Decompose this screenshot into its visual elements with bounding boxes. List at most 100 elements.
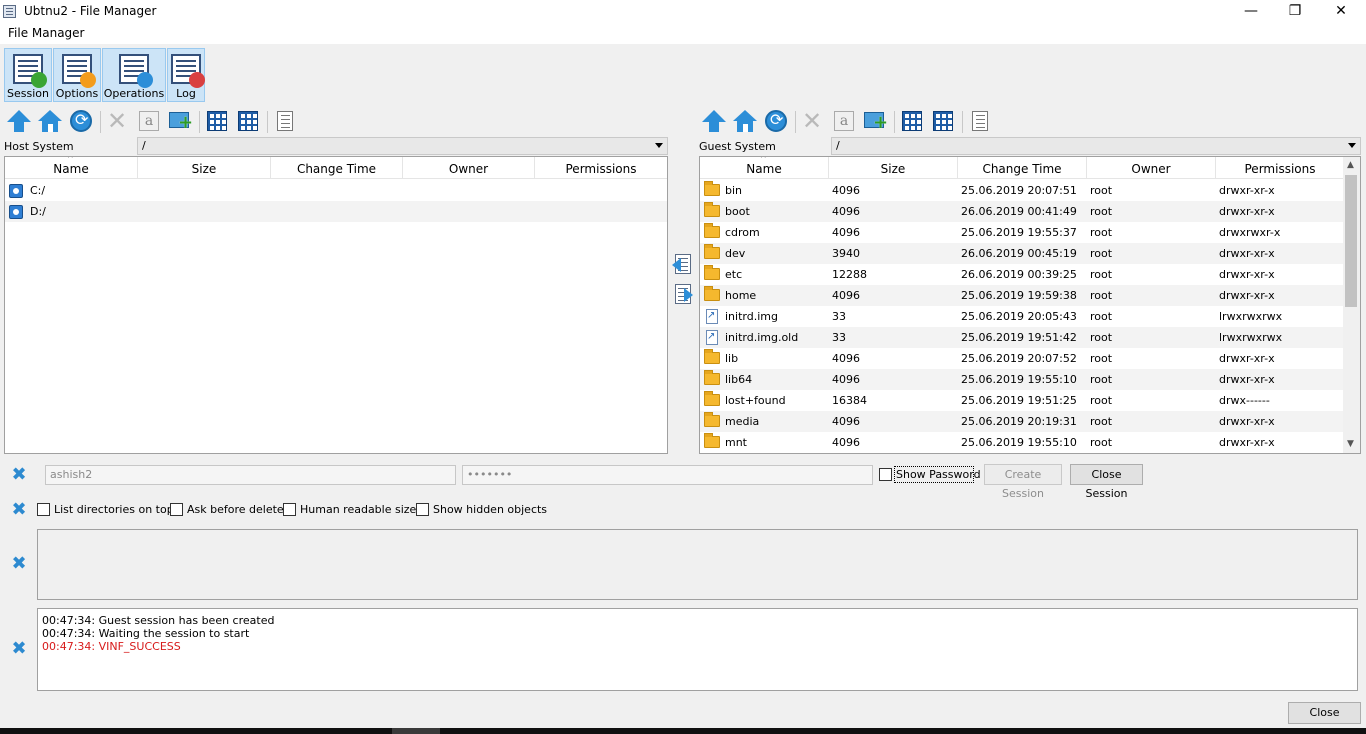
guest-col-owner[interactable]: Owner xyxy=(1087,157,1216,179)
guest-cell-name: cdrom xyxy=(725,226,760,239)
operations-button[interactable]: Operations xyxy=(102,48,166,102)
create-session-button[interactable]: Create Session xyxy=(984,464,1062,500)
host-rename-icon[interactable]: a xyxy=(136,108,162,134)
guest-cell-name: lib64 xyxy=(725,373,753,386)
guest-delete-icon[interactable]: ✕ xyxy=(800,108,826,134)
host-col-permissions[interactable]: Permissions xyxy=(535,157,667,179)
guest-cell-time: 25.06.2019 20:07:52 xyxy=(961,352,1077,365)
host-col-name[interactable]: ^ Name xyxy=(5,157,138,179)
table-row[interactable]: home 4096 25.06.2019 19:59:38 root drwxr-xr-… xyxy=(700,285,1343,306)
host-delete-icon[interactable]: ✕ xyxy=(105,108,131,134)
guest-cell-time: 26.06.2019 00:39:25 xyxy=(961,268,1077,281)
guest-rename-icon[interactable]: a xyxy=(831,108,857,134)
guest-go-up-icon[interactable] xyxy=(701,108,727,134)
table-row[interactable]: cdrom 4096 25.06.2019 19:55:37 root drwxrwxr… xyxy=(700,222,1343,243)
host-path-value: / xyxy=(142,139,146,152)
scroll-down-icon[interactable]: ▼ xyxy=(1347,439,1354,449)
table-row[interactable]: dev 3940 26.06.2019 00:45:19 root drwxr-xr-x xyxy=(700,243,1343,264)
show-hidden-objects-checkbox[interactable] xyxy=(416,503,429,516)
guest-properties-icon[interactable] xyxy=(967,108,993,134)
host-home-icon[interactable] xyxy=(37,108,63,134)
host-col-size[interactable]: Size xyxy=(138,157,271,179)
minimize-button[interactable]: — xyxy=(1228,0,1274,24)
close-session-button[interactable]: Close Session xyxy=(1070,464,1143,500)
operations-button-label: Operations xyxy=(103,87,165,100)
show-password-checkbox[interactable] xyxy=(879,468,892,481)
host-properties-icon[interactable] xyxy=(272,108,298,134)
scroll-up-icon[interactable]: ▲ xyxy=(1347,160,1354,170)
host-file-table[interactable]: ^ Name Size Change Time Owner Permissions… xyxy=(4,156,668,454)
guest-col-change-time[interactable]: Change Time xyxy=(958,157,1087,179)
list-dirs-on-top-label[interactable]: List directories on top xyxy=(54,503,174,516)
taskbar-active-item[interactable] xyxy=(392,728,440,734)
guest-cell-time: 25.06.2019 19:55:10 xyxy=(961,436,1077,449)
username-field[interactable]: ashish2 xyxy=(45,465,456,485)
guest-file-table[interactable]: ^ Name Size Change Time Owner Permissions… xyxy=(699,156,1361,454)
host-cut-icon[interactable] xyxy=(235,108,261,134)
table-row[interactable]: D:/ xyxy=(5,201,667,222)
log-close-x-icon[interactable]: ✖ xyxy=(10,640,28,658)
host-refresh-icon[interactable] xyxy=(68,108,94,134)
host-col-owner[interactable]: Owner xyxy=(403,157,535,179)
table-row[interactable]: boot 4096 26.06.2019 00:41:49 root drwxr-xr-… xyxy=(700,201,1343,222)
options-close-x-icon[interactable]: ✖ xyxy=(10,501,28,519)
ask-before-delete-checkbox[interactable] xyxy=(170,503,183,516)
scrollbar-thumb[interactable] xyxy=(1345,175,1357,307)
guest-col-size[interactable]: Size xyxy=(829,157,958,179)
guest-vertical-scrollbar[interactable]: ▲ ▼ xyxy=(1343,157,1360,453)
guest-path-combo[interactable]: / xyxy=(831,137,1361,155)
table-row[interactable]: etc 12288 26.06.2019 00:39:25 root drwxr-xr-… xyxy=(700,264,1343,285)
operations-close-x-icon[interactable]: ✖ xyxy=(10,555,28,573)
table-row[interactable]: lib64 4096 25.06.2019 19:55:10 root drwxr-xr… xyxy=(700,369,1343,390)
log-button[interactable]: Log xyxy=(167,48,205,102)
guest-col-name[interactable]: ^ Name xyxy=(700,157,829,179)
log-panel: 00:47:34: Guest session has been created… xyxy=(37,608,1358,691)
password-field[interactable]: ••••••• xyxy=(462,465,873,485)
host-go-up-icon[interactable] xyxy=(6,108,32,134)
table-row[interactable]: C:/ xyxy=(5,180,667,201)
list-dirs-on-top-checkbox[interactable] xyxy=(37,503,50,516)
guest-cell-perm: drwxr-xr-x xyxy=(1219,436,1275,449)
table-row[interactable]: media 4096 25.06.2019 20:19:31 root drwxr-xr… xyxy=(700,411,1343,432)
file-manager-tab[interactable]: File Manager xyxy=(8,26,85,40)
guest-cut-icon[interactable] xyxy=(930,108,956,134)
guest-cell-name: media xyxy=(725,415,760,428)
table-row[interactable]: initrd.img 33 25.06.2019 20:05:43 root lrwxr… xyxy=(700,306,1343,327)
host-copy-icon[interactable] xyxy=(204,108,230,134)
guest-home-icon[interactable] xyxy=(732,108,758,134)
taskbar xyxy=(0,728,1366,734)
session-close-x-icon[interactable]: ✖ xyxy=(10,466,28,484)
host-new-folder-icon[interactable]: + xyxy=(167,108,193,134)
guest-new-folder-icon[interactable]: + xyxy=(862,108,888,134)
guest-col-permissions[interactable]: Permissions xyxy=(1216,157,1344,179)
table-row[interactable]: mnt 4096 25.06.2019 19:55:10 root drwxr-xr-x xyxy=(700,432,1343,453)
guest-cell-size: 4096 xyxy=(832,184,860,197)
folder-icon xyxy=(704,391,720,406)
log-button-label: Log xyxy=(176,87,196,100)
log-icon xyxy=(171,54,205,88)
copy-to-host-button[interactable] xyxy=(671,253,695,277)
close-button[interactable]: Close xyxy=(1288,702,1361,724)
log-line: 00:47:34: Guest session has been created xyxy=(42,614,275,627)
host-col-change-time[interactable]: Change Time xyxy=(271,157,403,179)
guest-copy-icon[interactable] xyxy=(899,108,925,134)
human-readable-sizes-label[interactable]: Human readable sizes xyxy=(300,503,422,516)
show-hidden-objects-label[interactable]: Show hidden objects xyxy=(433,503,547,516)
guest-cell-name: boot xyxy=(725,205,750,218)
table-row[interactable]: lib 4096 25.06.2019 20:07:52 root drwxr-xr-x xyxy=(700,348,1343,369)
close-window-button[interactable]: ✕ xyxy=(1318,0,1364,24)
restore-button[interactable]: ❐ xyxy=(1272,0,1318,24)
copy-to-guest-button[interactable] xyxy=(671,283,695,307)
table-row[interactable]: bin 4096 25.06.2019 20:07:51 root drwxr-xr-x xyxy=(700,180,1343,201)
show-password-label[interactable]: Show Password xyxy=(896,468,981,481)
human-readable-sizes-checkbox[interactable] xyxy=(283,503,296,516)
guest-cell-time: 25.06.2019 20:19:31 xyxy=(961,415,1077,428)
ask-before-delete-label[interactable]: Ask before delete xyxy=(187,503,284,516)
table-row[interactable]: lost+found 16384 25.06.2019 19:51:25 root dr… xyxy=(700,390,1343,411)
guest-refresh-icon[interactable] xyxy=(763,108,789,134)
options-button[interactable]: Options xyxy=(53,48,101,102)
host-path-combo[interactable]: / xyxy=(137,137,668,155)
session-button[interactable]: Session xyxy=(4,48,52,102)
table-row[interactable]: initrd.img.old 33 25.06.2019 19:51:42 root l… xyxy=(700,327,1343,348)
chevron-down-icon xyxy=(1348,143,1356,148)
